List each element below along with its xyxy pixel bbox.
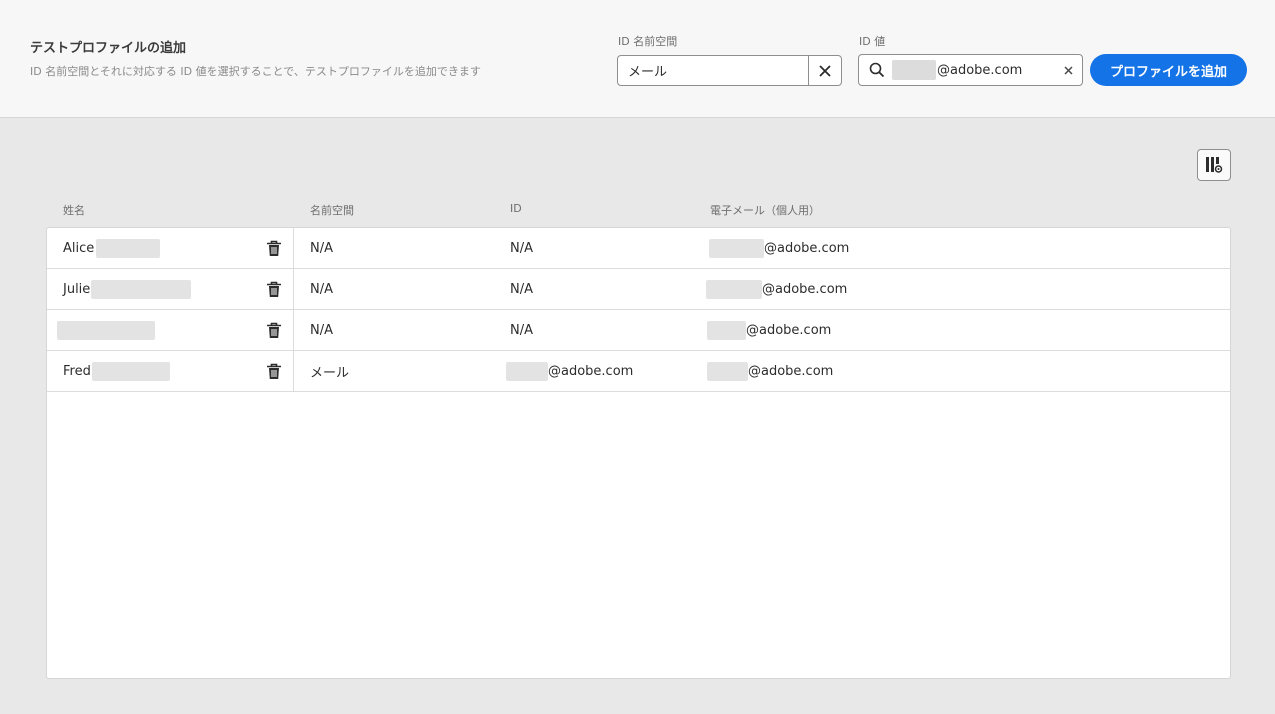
name-cell: Alice bbox=[63, 228, 161, 268]
email-domain: @adobe.com bbox=[746, 322, 832, 338]
namespace-input[interactable] bbox=[618, 56, 808, 85]
add-profile-button[interactable]: プロファイルを追加 bbox=[1090, 54, 1247, 86]
id-cell: N/A bbox=[510, 322, 533, 338]
namespace-cell: N/A bbox=[310, 240, 333, 256]
email-cell: @adobe.com bbox=[706, 269, 847, 309]
delete-row-button[interactable] bbox=[265, 239, 283, 257]
close-icon bbox=[819, 64, 831, 77]
id-value-input[interactable] bbox=[936, 62, 1054, 78]
table-row[interactable]: N/A N/A @adobe.com bbox=[47, 310, 1230, 351]
delete-row-button[interactable] bbox=[265, 321, 283, 339]
search-icon bbox=[863, 62, 891, 78]
id-cell: @adobe.com bbox=[506, 351, 633, 391]
namespace-label: ID 名前空間 bbox=[618, 35, 678, 48]
column-header-name[interactable]: 姓名 bbox=[63, 202, 85, 218]
namespace-clear-button[interactable] bbox=[808, 56, 841, 85]
redacted-value bbox=[892, 60, 936, 80]
email-domain: @adobe.com bbox=[762, 281, 848, 297]
profile-name: Fred bbox=[63, 363, 91, 379]
id-cell: N/A bbox=[510, 240, 533, 256]
email-domain: @adobe.com bbox=[748, 363, 834, 379]
table-row[interactable]: Alice N/A N/A @adobe.com bbox=[47, 228, 1230, 269]
add-test-profile-panel: テストプロファイルの追加 ID 名前空間とそれに対応する ID 値を選択すること… bbox=[0, 0, 1275, 118]
table-header: 姓名 名前空間 ID 電子メール（個人用） bbox=[47, 202, 1230, 222]
email-cell: @adobe.com bbox=[707, 351, 833, 391]
trash-icon bbox=[267, 322, 281, 338]
close-icon bbox=[1063, 65, 1073, 75]
panel-title: テストプロファイルの追加 bbox=[30, 41, 187, 56]
redacted-email-user bbox=[707, 320, 746, 340]
redacted-surname bbox=[91, 361, 170, 381]
namespace-picker[interactable] bbox=[617, 55, 842, 86]
name-cell: Julie bbox=[63, 269, 192, 309]
redacted-surname bbox=[91, 279, 192, 299]
redacted-email-user bbox=[709, 238, 764, 258]
id-value-clear-button[interactable] bbox=[1054, 65, 1082, 75]
namespace-cell: N/A bbox=[310, 322, 333, 338]
panel-subtitle: ID 名前空間とそれに対応する ID 値を選択することで、テストプロファイルを追… bbox=[30, 65, 481, 78]
email-cell: @adobe.com bbox=[709, 228, 849, 268]
trash-icon bbox=[267, 281, 281, 297]
profile-name: Alice bbox=[63, 240, 95, 256]
test-profiles-table: Alice N/A N/A @adobe.com Julie N/A N/A @… bbox=[46, 227, 1231, 679]
namespace-cell: N/A bbox=[310, 281, 333, 297]
delete-row-button[interactable] bbox=[265, 280, 283, 298]
redacted-name bbox=[57, 320, 155, 340]
id-domain: @adobe.com bbox=[548, 363, 634, 379]
name-cell bbox=[57, 310, 155, 350]
id-value-search[interactable] bbox=[858, 54, 1083, 86]
column-settings-button[interactable] bbox=[1197, 149, 1231, 181]
column-header-id[interactable]: ID bbox=[510, 202, 522, 215]
redacted-email-user bbox=[706, 279, 762, 299]
column-header-namespace[interactable]: 名前空間 bbox=[310, 202, 354, 218]
delete-row-button[interactable] bbox=[265, 362, 283, 380]
name-cell: Fred bbox=[63, 351, 170, 391]
email-cell: @adobe.com bbox=[707, 310, 831, 350]
trash-icon bbox=[267, 240, 281, 256]
redacted-surname bbox=[96, 238, 161, 258]
table-row[interactable]: Julie N/A N/A @adobe.com bbox=[47, 269, 1230, 310]
redacted-id-user bbox=[506, 361, 548, 381]
id-cell: N/A bbox=[510, 281, 533, 297]
trash-icon bbox=[267, 363, 281, 379]
table-row[interactable]: Fred メール @adobe.com @adobe.com bbox=[47, 351, 1230, 392]
column-settings-icon bbox=[1206, 157, 1223, 173]
redacted-email-user bbox=[707, 361, 748, 381]
id-value-label: ID 値 bbox=[859, 35, 886, 48]
namespace-cell: メール bbox=[310, 365, 350, 381]
column-header-email[interactable]: 電子メール（個人用） bbox=[710, 202, 820, 218]
email-domain: @adobe.com bbox=[764, 240, 850, 256]
profile-name: Julie bbox=[63, 281, 91, 297]
